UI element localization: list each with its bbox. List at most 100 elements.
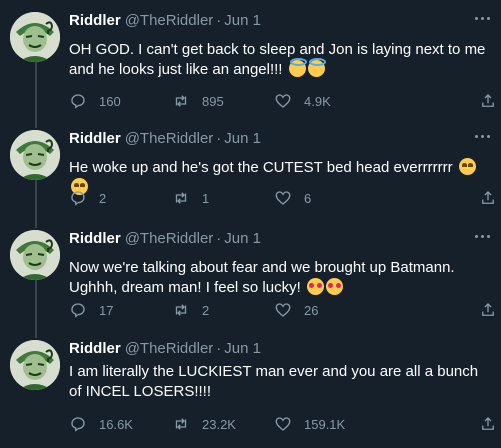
reply-icon — [71, 417, 85, 432]
retweet-count: 2 — [202, 302, 210, 318]
smiling-face-with-halo-icon — [288, 58, 307, 77]
tweet-text: I am literally the LUCKIEST man ever and… — [69, 362, 493, 402]
display-name[interactable]: Riddler — [69, 12, 121, 29]
retweet-icon — [175, 192, 187, 204]
separator-dot: · — [216, 230, 222, 247]
thread-line — [35, 118, 37, 128]
tweet-3[interactable]: Riddler @TheRiddler · Jun 1 Now we're talki… — [0, 218, 501, 328]
thread-line — [35, 328, 37, 338]
tweet-date[interactable]: Jun 1 — [224, 12, 261, 29]
riddler-avatar-icon — [10, 130, 60, 180]
smiling-face-with-halo-icon — [307, 58, 326, 77]
smiling-face-with-heart-eyes-icon — [458, 158, 476, 175]
display-name[interactable]: Riddler — [69, 340, 121, 357]
like-count: 6 — [304, 190, 312, 206]
like-count: 4.9K — [304, 93, 331, 109]
share-icon — [482, 191, 494, 204]
reply-count: 160 — [99, 93, 121, 109]
share-button[interactable] — [479, 188, 497, 208]
tweet-text: OH GOD. I can't get back to sleep and Jo… — [69, 40, 493, 80]
user-handle[interactable]: @TheRiddler — [125, 130, 214, 147]
retweet-button[interactable]: 1 — [172, 188, 209, 208]
avatar[interactable] — [10, 340, 60, 390]
like-count: 159.1K — [304, 416, 346, 432]
reply-icon — [71, 94, 85, 109]
like-button[interactable]: 26 — [274, 300, 318, 320]
user-handle[interactable]: @TheRiddler — [125, 340, 214, 357]
share-icon — [482, 303, 494, 316]
avatar[interactable] — [10, 130, 60, 180]
like-button[interactable]: 159.1K — [274, 414, 345, 434]
more-options-icon[interactable] — [471, 229, 493, 243]
tweet-body: OH GOD. I can't get back to sleep and Jo… — [69, 41, 486, 78]
display-name[interactable]: Riddler — [69, 130, 121, 147]
like-button[interactable]: 4.9K — [274, 91, 331, 111]
retweet-count: 1 — [202, 190, 210, 206]
tweet-actions: 2 1 6 — [69, 188, 494, 208]
retweet-button[interactable]: 895 — [172, 91, 224, 111]
separator-dot: · — [216, 130, 222, 147]
heart-icon — [275, 303, 291, 317]
tweet-actions: 16.6K 23.2K 159.1K — [69, 414, 494, 434]
reply-button[interactable]: 17 — [69, 300, 113, 320]
smiling-face-with-hearts-icon — [325, 278, 343, 295]
smiling-face-with-hearts-icon — [306, 278, 324, 295]
tweet-date[interactable]: Jun 1 — [224, 130, 261, 147]
share-button[interactable] — [479, 414, 497, 434]
reply-count: 16.6K — [99, 416, 133, 432]
avatar[interactable] — [10, 12, 60, 62]
tweet-header: Riddler @TheRiddler · Jun 1 — [69, 12, 261, 29]
tweet-date[interactable]: Jun 1 — [224, 340, 261, 357]
tweet-actions: 160 895 4.9K — [69, 91, 494, 111]
share-button[interactable] — [479, 91, 497, 111]
tweet-2[interactable]: Riddler @TheRiddler · Jun 1 He woke up and … — [0, 118, 501, 218]
retweet-count: 23.2K — [202, 416, 236, 432]
more-options-icon[interactable] — [471, 129, 493, 143]
user-handle[interactable]: @TheRiddler — [125, 230, 214, 247]
like-count: 26 — [304, 302, 319, 318]
retweet-button[interactable]: 23.2K — [172, 414, 236, 434]
user-handle[interactable]: @TheRiddler — [125, 12, 214, 29]
share-icon — [482, 94, 494, 107]
retweet-button[interactable]: 2 — [172, 300, 209, 320]
thread-line — [35, 280, 37, 328]
more-options-icon[interactable] — [471, 11, 493, 25]
separator-dot: · — [216, 340, 222, 357]
thread-line — [35, 180, 37, 218]
separator-dot: · — [216, 12, 222, 29]
tweet-text: Now we're talking about fear and we brou… — [69, 258, 493, 298]
riddler-avatar-icon — [10, 340, 60, 390]
reply-button[interactable]: 2 — [69, 188, 106, 208]
avatar[interactable] — [10, 230, 60, 280]
riddler-avatar-icon — [10, 230, 60, 280]
tweet-body: I am literally the LUCKIEST man ever and… — [69, 363, 479, 400]
like-button[interactable]: 6 — [274, 188, 311, 208]
tweet-1[interactable]: Riddler @TheRiddler · Jun 1 OH GOD. I can't… — [0, 0, 501, 118]
display-name[interactable]: Riddler — [69, 230, 121, 247]
reply-count: 2 — [99, 190, 107, 206]
reply-button[interactable]: 16.6K — [69, 414, 133, 434]
riddler-avatar-icon — [10, 12, 60, 62]
thread-line — [35, 62, 37, 118]
heart-icon — [275, 417, 291, 431]
retweet-icon — [175, 304, 187, 316]
tweet-header: Riddler @TheRiddler · Jun 1 — [69, 230, 261, 247]
heart-icon — [275, 191, 291, 205]
heart-icon — [275, 94, 291, 108]
reply-button[interactable]: 160 — [69, 91, 121, 111]
tweet-actions: 17 2 26 — [69, 300, 494, 320]
tweet-body: Now we're talking about fear and we brou… — [69, 259, 455, 296]
retweet-icon — [175, 95, 187, 107]
tweet-body: He woke up and he's got the CUTEST bed h… — [69, 159, 453, 176]
tweet-date[interactable]: Jun 1 — [224, 230, 261, 247]
tweet-header: Riddler @TheRiddler · Jun 1 — [69, 130, 261, 147]
tweet-4[interactable]: Riddler @TheRiddler · Jun 1 I am literally … — [0, 328, 501, 448]
retweet-icon — [175, 418, 187, 430]
share-button[interactable] — [479, 300, 497, 320]
thread-line — [35, 218, 37, 228]
reply-icon — [71, 303, 85, 318]
reply-icon — [71, 191, 85, 206]
reply-count: 17 — [99, 302, 114, 318]
retweet-count: 895 — [202, 93, 224, 109]
tweet-thread: Riddler @TheRiddler · Jun 1 OH GOD. I can't… — [0, 0, 501, 448]
